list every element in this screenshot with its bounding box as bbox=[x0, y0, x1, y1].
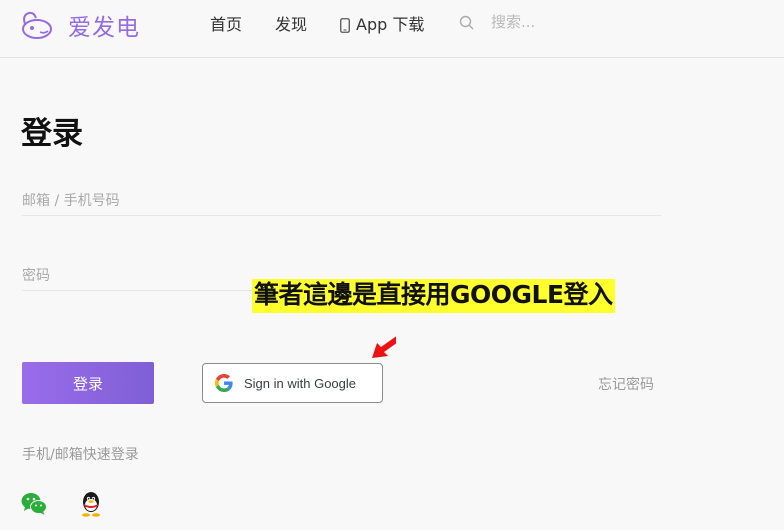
google-button-label: Sign in with Google bbox=[244, 375, 357, 391]
google-icon bbox=[215, 374, 233, 392]
phone-icon bbox=[340, 17, 350, 33]
top-navigation-bar: 爱发电 首页 发现 App 下载 bbox=[0, 0, 784, 58]
nav-discover[interactable]: 发现 bbox=[275, 13, 307, 37]
email-phone-input[interactable] bbox=[22, 187, 661, 215]
main-nav: 首页 发现 App 下载 bbox=[210, 13, 457, 37]
annotation-callout: 筆者這邊是直接用GOOGLE登入 bbox=[252, 279, 615, 313]
red-arrow-icon bbox=[372, 336, 396, 358]
nav-home[interactable]: 首页 bbox=[210, 13, 242, 37]
forgot-password-link[interactable]: 忘记密码 bbox=[598, 374, 654, 394]
search-icon bbox=[459, 15, 474, 29]
nav-app-download[interactable]: App 下载 bbox=[340, 13, 424, 37]
brand-name: 爱发电 bbox=[68, 15, 140, 41]
login-button[interactable]: 登录 bbox=[22, 362, 154, 404]
nav-app-download-label: App 下载 bbox=[356, 15, 425, 34]
search-box[interactable] bbox=[459, 12, 613, 32]
page-title: 登录 bbox=[21, 116, 83, 152]
quick-login-label[interactable]: 手机/邮箱快速登录 bbox=[22, 444, 139, 464]
search-input[interactable] bbox=[489, 12, 613, 32]
wechat-icon[interactable] bbox=[21, 492, 47, 516]
brand-logo[interactable]: 爱发电 bbox=[20, 8, 140, 42]
email-field-container bbox=[22, 187, 661, 216]
qq-icon[interactable] bbox=[80, 491, 102, 517]
brand-logo-icon bbox=[22, 11, 52, 39]
